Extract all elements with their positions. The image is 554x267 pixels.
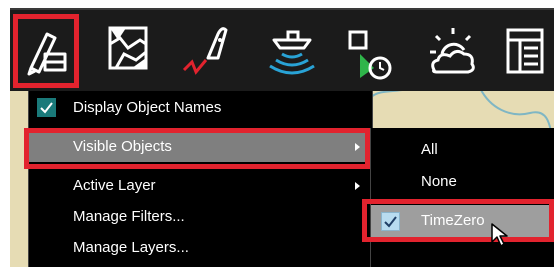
app-window: Display Object Names Visible Objects Act…	[0, 0, 554, 267]
menu-item-label: Manage Filters...	[73, 208, 185, 225]
menu-item-label: Display Object Names	[73, 99, 222, 116]
submenu-item-label: All	[421, 141, 438, 158]
sonar-boat-icon	[269, 30, 315, 75]
objects-select-icon	[348, 30, 392, 80]
timezero-highlight	[362, 199, 554, 242]
menu-item-active-layer[interactable]: Active Layer	[29, 171, 372, 201]
menu-item-display-object-names[interactable]: Display Object Names	[29, 93, 372, 123]
weather-sun-cloud-icon	[430, 28, 475, 74]
mouse-cursor-icon	[490, 222, 510, 248]
chart-tool-button[interactable]	[96, 14, 160, 86]
objects-tool-button[interactable]	[340, 14, 404, 86]
submenu-arrow-icon	[355, 182, 360, 190]
menu-item-label: Manage Layers...	[73, 239, 189, 256]
report-tool-button[interactable]	[498, 14, 554, 86]
visible-objects-highlight	[24, 128, 370, 169]
menu-item-manage-filters[interactable]: Manage Filters...	[29, 202, 372, 232]
chart-map-icon	[108, 26, 148, 70]
selection-highlight	[13, 14, 79, 88]
toolbar	[10, 8, 554, 91]
menu-item-label: Active Layer	[73, 177, 156, 194]
submenu-item-all[interactable]: All	[371, 136, 554, 164]
route-tool-button[interactable]	[178, 14, 242, 86]
check-icon	[37, 98, 56, 117]
submenu-item-label: None	[421, 173, 457, 190]
boat-route-icon	[182, 27, 228, 75]
report-table-icon	[506, 28, 544, 74]
draw-tool-button[interactable]	[13, 14, 79, 88]
weather-tool-button[interactable]	[420, 14, 484, 86]
menu-item-manage-layers[interactable]: Manage Layers...	[29, 233, 372, 263]
submenu-item-none[interactable]: None	[371, 168, 554, 196]
draw-dropdown-menu: Display Object Names Visible Objects Act…	[28, 91, 373, 267]
visible-objects-submenu: All None TimeZero	[370, 128, 554, 267]
sonar-tool-button[interactable]	[260, 14, 324, 86]
